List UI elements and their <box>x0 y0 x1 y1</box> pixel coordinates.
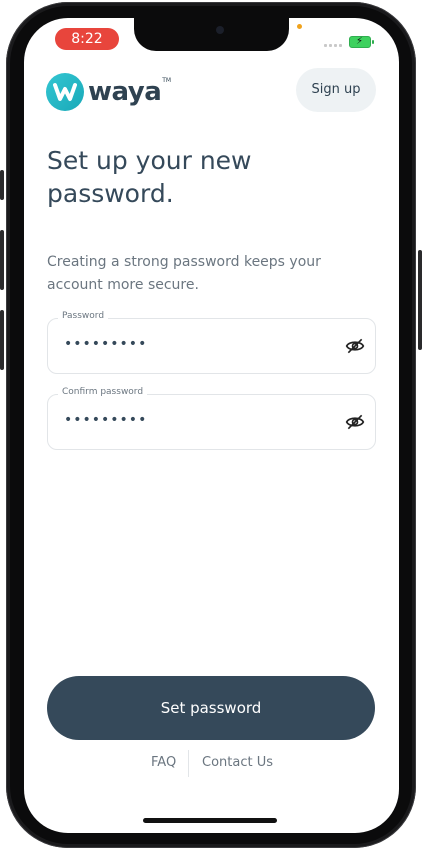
privacy-indicator <box>297 24 302 29</box>
front-camera <box>216 26 224 34</box>
waya-logo-icon <box>46 73 84 111</box>
footer-divider <box>188 750 189 777</box>
page-subtitle: Creating a strong password keeps your ac… <box>47 254 321 293</box>
contact-us-link[interactable]: Contact Us <box>202 755 273 770</box>
password-value: ••••••••• <box>64 336 148 352</box>
faq-link[interactable]: FAQ <box>151 755 176 770</box>
trademark-mark: TM <box>162 77 172 84</box>
app-screen: 8:22 ⚡ waya TM Sign up Set up your new p… <box>24 18 399 833</box>
notch <box>134 18 289 51</box>
volume-up-button <box>0 230 4 290</box>
volume-down-button <box>0 310 4 370</box>
battery-icon: ⚡ <box>349 36 374 48</box>
confirm-password-label: Confirm password <box>58 387 148 397</box>
confirm-password-field[interactable]: Confirm password ••••••••• <box>47 387 376 450</box>
password-field[interactable]: Password ••••••••• <box>47 311 376 374</box>
set-password-button[interactable]: Set password <box>47 676 375 740</box>
home-indicator[interactable] <box>143 818 277 823</box>
charging-bolt-icon: ⚡ <box>356 36 364 47</box>
password-label: Password <box>58 311 109 321</box>
confirm-password-value: ••••••••• <box>64 412 148 428</box>
footer-links: FAQ Contact Us <box>24 750 399 778</box>
eye-off-icon[interactable] <box>345 412 365 436</box>
page-title: Set up your new password. <box>47 146 252 208</box>
eye-off-icon[interactable] <box>345 336 365 360</box>
power-button <box>418 250 422 350</box>
brand-name: waya <box>88 77 162 107</box>
sign-up-button[interactable]: Sign up <box>296 68 376 112</box>
status-time: 8:22 <box>55 28 119 50</box>
mute-switch <box>0 170 4 200</box>
brand-logo: waya TM <box>46 73 171 111</box>
signal-icon <box>324 44 342 47</box>
